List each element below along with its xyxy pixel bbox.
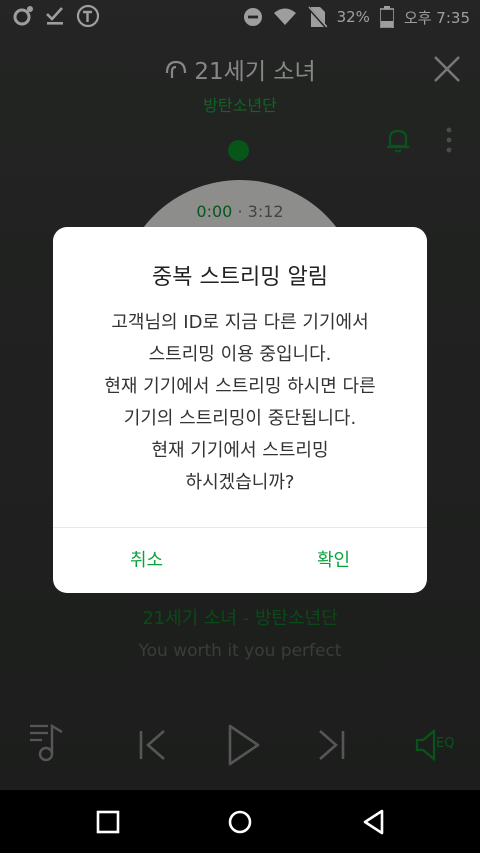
duplicate-streaming-dialog: 중복 스트리밍 알림 고객님의 ID로 지금 다른 기기에서 스트리밍 이용 중… (53, 227, 427, 593)
dialog-title: 중복 스트리밍 알림 (152, 265, 328, 290)
home-icon[interactable] (226, 808, 254, 836)
dialog-message-line: 현재 기기에서 스트리밍 (151, 440, 329, 461)
cancel-button[interactable]: 취소 (53, 528, 240, 593)
dialog-message-line: 스트리밍 이용 중입니다. (148, 344, 332, 365)
dialog-message: 고객님의 ID로 지금 다른 기기에서 스트리밍 이용 중입니다. 현재 기기에… (53, 307, 427, 499)
confirm-button[interactable]: 확인 (240, 528, 427, 593)
recent-apps-icon[interactable] (94, 808, 122, 836)
dialog-message-line: 기기의 스트리밍이 중단됩니다. (123, 408, 357, 429)
navigation-bar (0, 790, 480, 853)
dialog-message-line: 고객님의 ID로 지금 다른 기기에서 (111, 312, 369, 333)
dialog-message-line: 현재 기기에서 스트리밍 하시면 다른 (104, 376, 376, 397)
dialog-message-line: 하시겠습니까? (185, 472, 295, 493)
back-icon[interactable] (360, 808, 388, 836)
